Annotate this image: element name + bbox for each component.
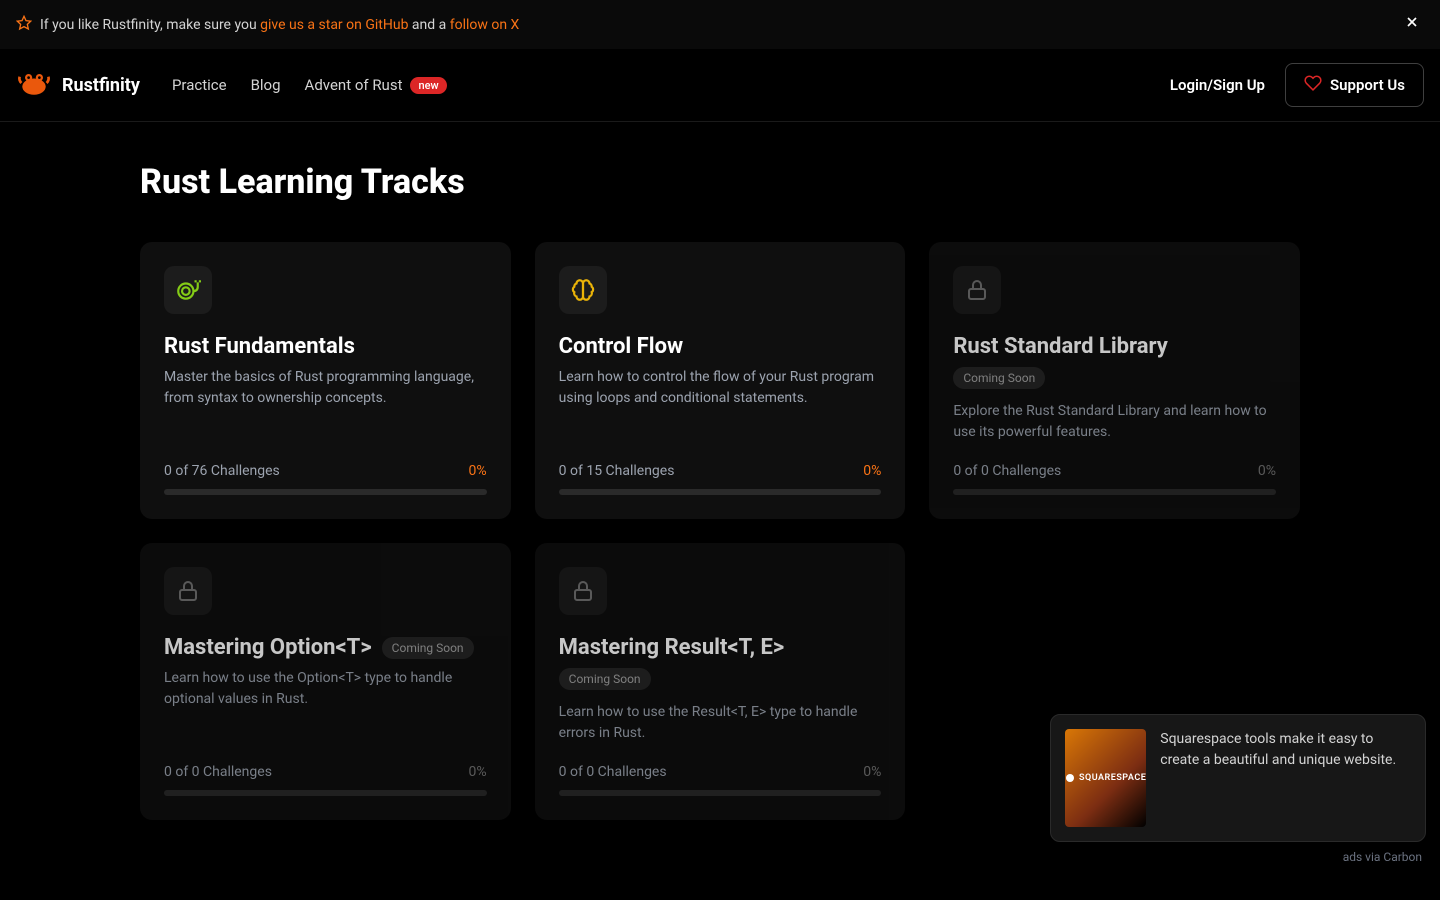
nav-practice[interactable]: Practice <box>172 76 227 94</box>
new-badge: new <box>410 77 446 94</box>
crab-icon <box>16 65 52 105</box>
track-description: Learn how to control the flow of your Ru… <box>559 367 882 443</box>
nav-blog[interactable]: Blog <box>251 76 281 94</box>
coming-soon-badge: Coming Soon <box>953 367 1045 389</box>
track-card: Rust Standard Library Coming Soon Explore … <box>929 242 1300 519</box>
challenges-count: 0 of 0 Challenges <box>953 463 1061 479</box>
progress-percent: 0% <box>863 463 881 479</box>
page-title: Rust Learning Tracks <box>140 162 1300 202</box>
track-progress: 0 of 15 Challenges 0% <box>559 463 882 495</box>
track-progress: 0 of 0 Challenges 0% <box>953 463 1276 495</box>
login-signup-link[interactable]: Login/Sign Up <box>1170 76 1265 94</box>
nav-advent[interactable]: Advent of Rust new <box>305 76 447 94</box>
progress-percent: 0% <box>863 764 881 780</box>
challenges-count: 0 of 15 Challenges <box>559 463 675 479</box>
track-progress: 0 of 0 Challenges 0% <box>164 764 487 796</box>
promo-banner: If you like Rustfinity, make sure you gi… <box>0 0 1440 49</box>
progress-percent: 0% <box>1258 463 1276 479</box>
ad-text: Squarespace tools make it easy to create… <box>1160 729 1411 827</box>
main-nav: Rustfinity Practice Blog Advent of Rust … <box>0 49 1440 122</box>
track-description: Explore the Rust Standard Library and le… <box>953 401 1276 443</box>
follow-x-link[interactable]: follow on X <box>450 17 520 33</box>
track-card: Mastering Option<T>Coming Soon Learn how … <box>140 543 511 820</box>
progress-percent: 0% <box>469 463 487 479</box>
track-icon <box>164 567 212 615</box>
track-progress: 0 of 0 Challenges 0% <box>559 764 882 796</box>
track-icon <box>559 567 607 615</box>
progress-bar <box>164 489 487 495</box>
track-title: Control Flow <box>559 334 882 359</box>
github-star-link[interactable]: give us a star on GitHub <box>260 17 408 33</box>
banner-text: If you like Rustfinity, make sure you gi… <box>40 17 519 33</box>
track-card[interactable]: Control Flow Learn how to control the flo… <box>535 242 906 519</box>
track-icon <box>953 266 1001 314</box>
ad-image: SQUARESPACE <box>1065 729 1146 827</box>
track-card: Mastering Result<T, E> Coming Soon Learn h… <box>535 543 906 820</box>
challenges-count: 0 of 0 Challenges <box>559 764 667 780</box>
track-progress: 0 of 76 Challenges 0% <box>164 463 487 495</box>
challenges-count: 0 of 76 Challenges <box>164 463 280 479</box>
track-title: Rust Standard Library <box>953 334 1276 359</box>
track-icon <box>164 266 212 314</box>
star-icon <box>16 15 32 35</box>
coming-soon-badge: Coming Soon <box>382 637 474 659</box>
progress-percent: 0% <box>469 764 487 780</box>
track-description: Learn how to use the Option<T> type to h… <box>164 668 487 744</box>
track-title: Mastering Option<T>Coming Soon <box>164 635 487 660</box>
track-icon <box>559 266 607 314</box>
track-title: Rust Fundamentals <box>164 334 487 359</box>
track-card[interactable]: Rust Fundamentals Master the basics of Ru… <box>140 242 511 519</box>
progress-bar <box>559 489 882 495</box>
track-description: Master the basics of Rust programming la… <box>164 367 487 443</box>
progress-bar <box>559 790 882 796</box>
coming-soon-badge: Coming Soon <box>559 668 651 690</box>
brand-logo[interactable]: Rustfinity <box>16 65 140 105</box>
progress-bar <box>164 790 487 796</box>
track-title: Mastering Result<T, E> <box>559 635 882 660</box>
challenges-count: 0 of 0 Challenges <box>164 764 272 780</box>
ad-box[interactable]: SQUARESPACE Squarespace tools make it ea… <box>1050 714 1426 842</box>
support-us-button[interactable]: Support Us <box>1285 63 1424 107</box>
track-description: Learn how to use the Result<T, E> type t… <box>559 702 882 744</box>
ad-credit[interactable]: ads via Carbon <box>1343 850 1422 864</box>
brand-name: Rustfinity <box>62 75 140 96</box>
close-icon[interactable] <box>1400 10 1424 39</box>
progress-bar <box>953 489 1276 495</box>
heart-icon <box>1304 74 1322 96</box>
